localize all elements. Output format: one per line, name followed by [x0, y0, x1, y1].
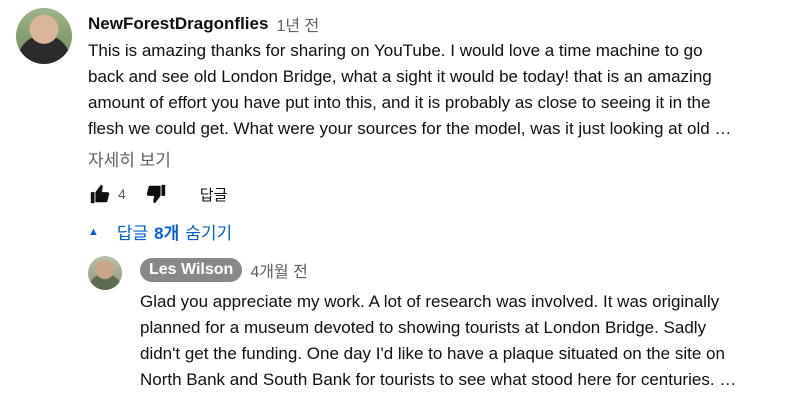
replies-toggle-prefix: 답글 — [116, 224, 149, 243]
comment-header: NewForestDragonflies 1년 전 — [88, 12, 319, 36]
comment-line: flesh we could get. What were your sourc… — [88, 119, 732, 138]
comment-text: This is amazing thanks for sharing on Yo… — [88, 38, 731, 142]
comment-line: amount of effort you have put into this,… — [88, 93, 711, 112]
comment-timestamp[interactable]: 1년 전 — [276, 12, 319, 36]
reply-author-avatar[interactable] — [88, 256, 122, 290]
replies-toggle-suffix: 숨기기 — [185, 224, 233, 243]
reply-timestamp[interactable]: 4개월 전 — [250, 258, 308, 282]
like-count: 4 — [118, 186, 126, 202]
comment-author[interactable]: NewForestDragonflies — [88, 14, 268, 34]
reply-line: Glad you appreciate my work. A lot of re… — [140, 292, 720, 311]
reply-text: Glad you appreciate my work. A lot of re… — [140, 289, 736, 393]
reply-header: Les Wilson 4개월 전 — [140, 258, 308, 282]
comment-line: This is amazing thanks for sharing on Yo… — [88, 41, 703, 60]
reply-author-badge[interactable]: Les Wilson — [140, 258, 243, 282]
reply-line: didn't get the funding. One day I'd like… — [140, 344, 725, 363]
read-more-link[interactable]: 자세히 보기 — [88, 146, 171, 171]
comment-actions: 4 답글 — [88, 182, 227, 206]
reply-button[interactable]: 답글 — [200, 184, 228, 205]
replies-count: 8개 — [154, 224, 180, 243]
reply-line: planned for a museum devoted to showing … — [140, 318, 707, 337]
reply-line: North Bank and South Bank for tourists t… — [140, 370, 737, 389]
caret-up-icon: ▲ — [88, 225, 99, 238]
thumbs-up-icon[interactable] — [88, 182, 112, 206]
author-avatar[interactable] — [16, 8, 72, 64]
hide-replies-button[interactable]: ▲ 답글 8개 숨기기 — [88, 219, 232, 244]
comment-line: back and see old London Bridge, what a s… — [88, 67, 712, 86]
thumbs-down-icon[interactable] — [144, 182, 168, 206]
